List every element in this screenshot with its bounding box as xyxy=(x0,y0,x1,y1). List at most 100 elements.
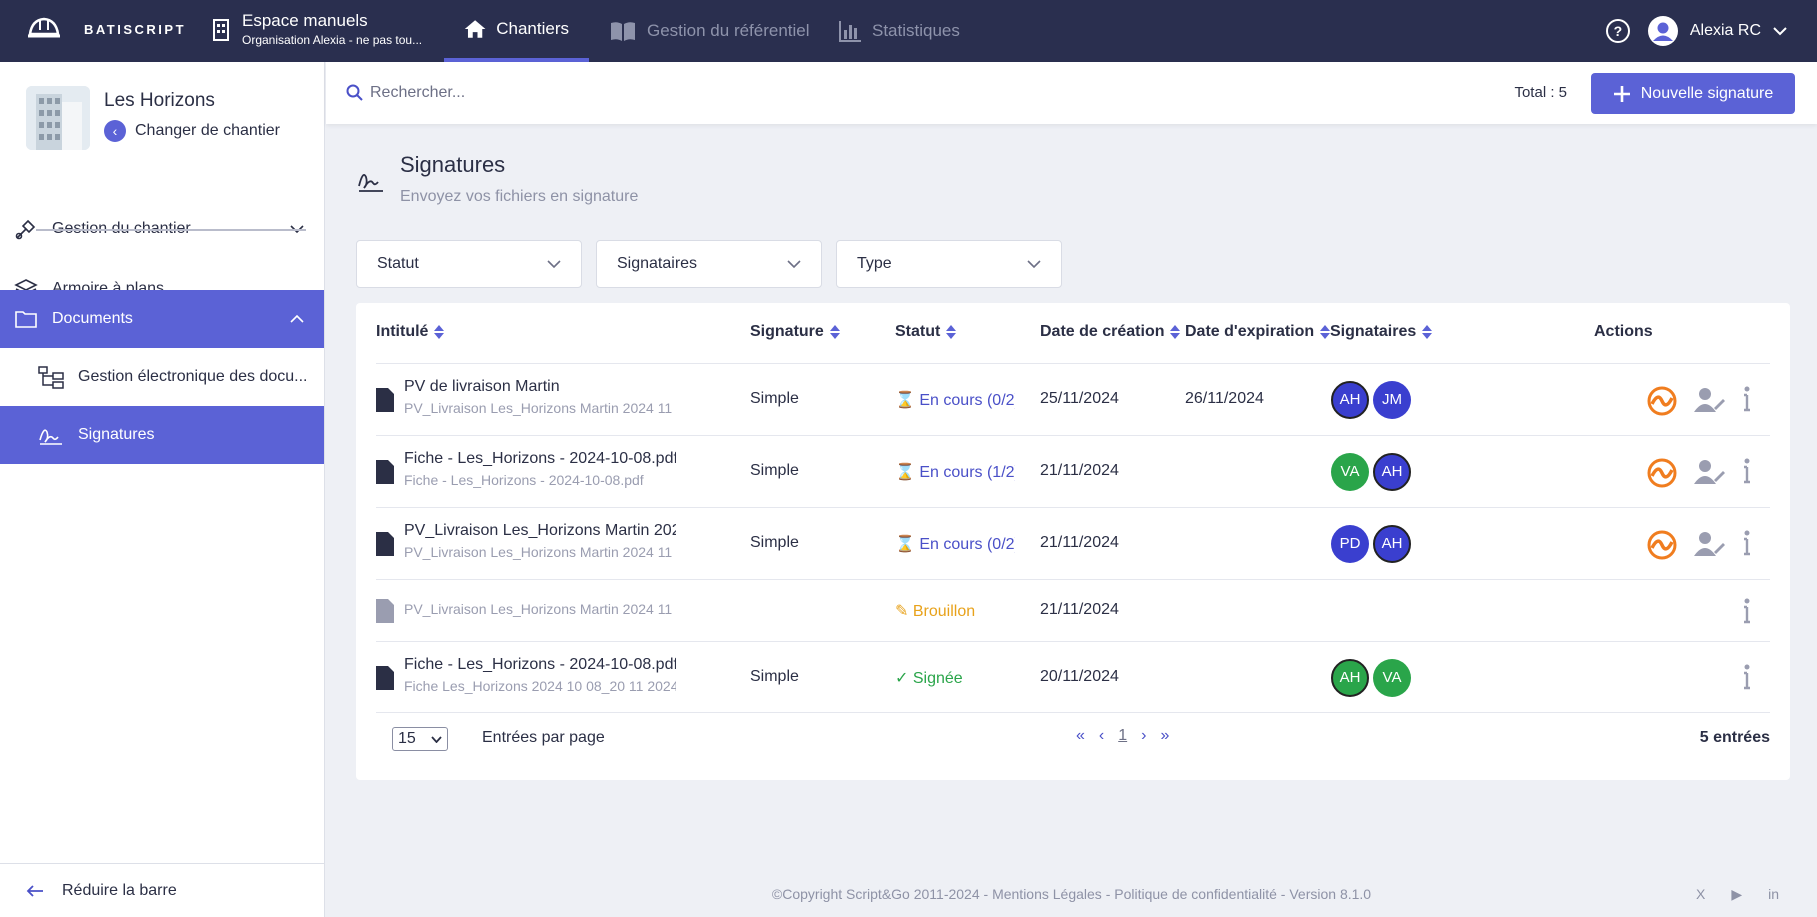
column-header-statut[interactable]: Statut xyxy=(895,323,957,341)
search-input[interactable] xyxy=(370,76,870,110)
plus-icon xyxy=(1613,85,1630,102)
info-icon[interactable] xyxy=(1742,664,1752,690)
document-filename: PV_Livraison Les_Horizons Martin 2024 11… xyxy=(404,400,676,416)
user-edit-icon[interactable] xyxy=(1694,458,1726,486)
column-header-expiration[interactable]: Date d'expiration xyxy=(1185,323,1331,341)
sidebar: Les Horizons ‹ Changer de chantier Gesti… xyxy=(0,62,325,917)
signature-type: Simple xyxy=(750,668,799,685)
avatar[interactable]: VA xyxy=(1373,659,1411,697)
sidebar-item-signatures[interactable]: Signatures xyxy=(0,406,324,464)
building-icon xyxy=(213,19,229,41)
chevron-down-icon xyxy=(1027,259,1041,268)
remind-icon[interactable] xyxy=(1646,458,1678,488)
linkedin-icon[interactable]: in xyxy=(1768,886,1779,903)
document-title: PV_Livraison Les_Horizons Martin 2024 xyxy=(404,522,676,539)
last-page-icon[interactable]: » xyxy=(1160,727,1169,745)
signature-type: Simple xyxy=(750,462,799,479)
expiration-date: 26/11/2024 xyxy=(1185,390,1264,407)
document-filename: PV_Livraison Les_Horizons Martin 2024 11… xyxy=(404,544,676,560)
info-icon[interactable] xyxy=(1742,458,1752,484)
tab-referentiel[interactable]: Gestion du référentiel xyxy=(589,0,830,62)
helmet-icon xyxy=(28,17,60,38)
creation-date: 21/11/2024 xyxy=(1040,534,1119,551)
tab-chantiers[interactable]: Chantiers xyxy=(444,0,589,62)
sidebar-item-documents[interactable]: Documents xyxy=(0,290,324,348)
avatar[interactable]: AH xyxy=(1373,453,1411,491)
status-badge: ⌛ En cours (1/2) xyxy=(895,462,1015,482)
logo[interactable]: BATISCRIPT xyxy=(26,14,186,44)
top-right-area: ? Alexia RC xyxy=(1605,0,1787,62)
avatar[interactable]: AH xyxy=(1373,525,1411,563)
avatar[interactable]: VA xyxy=(1331,453,1369,491)
avatar[interactable]: PD xyxy=(1331,525,1369,563)
column-header-intitule[interactable]: Intitulé xyxy=(376,323,445,341)
sort-icon xyxy=(1320,325,1331,339)
document-title: PV de livraison Martin xyxy=(404,378,560,395)
filter-statut[interactable]: Statut xyxy=(356,240,582,288)
filter-signataires[interactable]: Signataires xyxy=(596,240,822,288)
check-icon: ✓ xyxy=(895,670,909,687)
filter-label: Statut xyxy=(377,255,419,272)
header-label: Statut xyxy=(895,323,941,340)
sort-icon xyxy=(829,325,840,339)
avatar[interactable]: AH xyxy=(1331,381,1369,419)
avatar[interactable]: JM xyxy=(1373,381,1411,419)
user-edit-icon[interactable] xyxy=(1694,530,1726,558)
table-row[interactable]: Fiche - Les_Horizons - 2024-10-08.pdf Fi… xyxy=(376,641,1770,713)
file-icon xyxy=(376,388,394,412)
table-row[interactable]: PV de livraison Martin PV_Livraison Les_… xyxy=(376,363,1770,435)
help-icon[interactable]: ? xyxy=(1605,19,1630,43)
column-header-creation[interactable]: Date de création xyxy=(1040,323,1181,341)
sidebar-divider xyxy=(36,229,306,231)
remind-icon[interactable] xyxy=(1646,386,1678,416)
x-icon[interactable]: X xyxy=(1696,886,1705,903)
tab-label: Statistiques xyxy=(872,21,960,40)
change-site-button[interactable]: ‹ Changer de chantier xyxy=(104,120,280,142)
page-subtitle: Envoyez vos fichiers en signature xyxy=(400,188,639,205)
header-label: Signature xyxy=(750,323,824,340)
new-signature-button[interactable]: Nouvelle signature xyxy=(1591,73,1795,114)
column-header-signature[interactable]: Signature xyxy=(750,323,840,341)
file-icon xyxy=(376,599,394,623)
hourglass-icon: ⌛ xyxy=(895,536,915,553)
page-number[interactable]: 1 xyxy=(1118,727,1127,745)
search-icon xyxy=(346,84,363,101)
per-page-select[interactable]: 15 xyxy=(392,727,448,751)
table-row[interactable]: PV_Livraison Les_Horizons Martin 2024 PV… xyxy=(376,507,1770,579)
building-photo-icon xyxy=(26,86,90,150)
new-signature-label: Nouvelle signature xyxy=(1640,84,1774,102)
next-page-icon[interactable]: › xyxy=(1141,727,1146,745)
table-row[interactable]: PV_Livraison Les_Horizons Martin 2024 11… xyxy=(376,579,1770,641)
top-bar: BATISCRIPT Espace manuels Organisation A… xyxy=(0,0,1817,62)
remind-icon[interactable] xyxy=(1646,530,1678,560)
first-page-icon[interactable]: « xyxy=(1076,727,1085,745)
filter-label: Type xyxy=(857,255,892,272)
info-icon[interactable] xyxy=(1742,598,1752,624)
info-icon[interactable] xyxy=(1742,530,1752,556)
column-header-signataires[interactable]: Signataires xyxy=(1330,323,1433,341)
filter-type[interactable]: Type xyxy=(836,240,1062,288)
page-title: Signatures xyxy=(400,152,506,177)
sidebar-item-ged[interactable]: Gestion électronique des docu... xyxy=(0,348,324,406)
total-count: Total : 5 xyxy=(1514,84,1567,101)
creation-date: 20/11/2024 xyxy=(1040,668,1119,685)
row-title: PV de livraison Martin PV_Livraison Les_… xyxy=(404,378,676,416)
prev-page-icon[interactable]: ‹ xyxy=(1099,727,1104,745)
folder-icon xyxy=(15,311,37,328)
header-label: Signataires xyxy=(1330,323,1417,340)
table-row[interactable]: Fiche - Les_Horizons - 2024-10-08.pdf Fi… xyxy=(376,435,1770,507)
workspace-selector[interactable]: Espace manuels Organisation Alexia - ne … xyxy=(212,10,442,48)
hourglass-icon: ⌛ xyxy=(895,392,915,409)
creation-date: 21/11/2024 xyxy=(1040,462,1119,479)
chevron-down-icon xyxy=(787,259,801,268)
site-thumbnail xyxy=(26,86,90,150)
collapse-sidebar-button[interactable]: Réduire la barre xyxy=(0,863,324,917)
file-icon xyxy=(376,666,394,690)
tab-statistiques[interactable]: Statistiques xyxy=(818,0,980,62)
sort-icon xyxy=(1422,325,1433,339)
avatar[interactable]: AH xyxy=(1331,659,1369,697)
user-edit-icon[interactable] xyxy=(1694,386,1726,414)
user-menu[interactable]: Alexia RC xyxy=(1647,16,1787,46)
youtube-icon[interactable]: ▶ xyxy=(1731,886,1742,903)
info-icon[interactable] xyxy=(1742,386,1752,412)
